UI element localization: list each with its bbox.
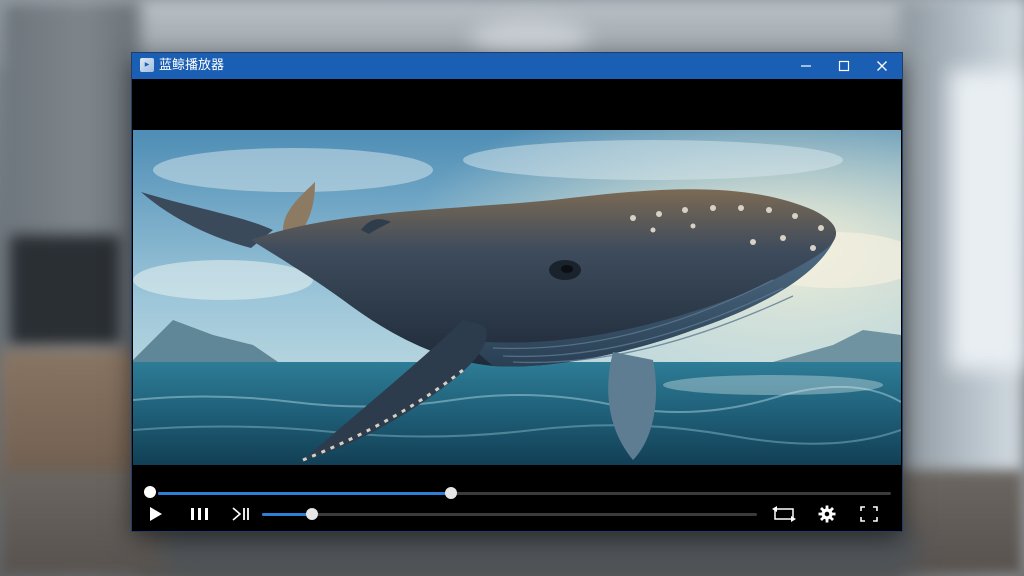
pause-button[interactable] bbox=[189, 502, 211, 526]
settings-icon bbox=[818, 505, 836, 523]
volume-slider[interactable] bbox=[262, 508, 757, 520]
room-cabinet bbox=[0, 350, 140, 490]
volume-handle[interactable] bbox=[305, 508, 318, 520]
ceiling-lamp bbox=[470, 18, 590, 58]
room-tv bbox=[10, 235, 120, 345]
minimize-button[interactable] bbox=[788, 53, 824, 79]
app-logo-icon: ▶ bbox=[140, 58, 154, 72]
player-window: ▶ 蓝鲸播放器 bbox=[131, 52, 903, 532]
play-button[interactable] bbox=[146, 502, 166, 526]
maximize-icon bbox=[838, 60, 850, 72]
loop-icon bbox=[772, 506, 796, 522]
title-bar[interactable]: ▶ 蓝鲸播放器 bbox=[132, 53, 902, 79]
play-icon bbox=[150, 507, 162, 521]
minimize-icon bbox=[801, 65, 811, 67]
video-image bbox=[133, 130, 901, 465]
controls-bar bbox=[132, 465, 902, 531]
seek-handle[interactable] bbox=[445, 487, 458, 499]
pause-icon bbox=[191, 508, 208, 520]
fullscreen-icon bbox=[860, 506, 878, 522]
fullscreen-button[interactable] bbox=[858, 502, 880, 526]
close-button[interactable] bbox=[864, 53, 900, 79]
room-window bbox=[950, 70, 1024, 370]
settings-button[interactable] bbox=[816, 502, 838, 526]
video-frame[interactable] bbox=[133, 130, 901, 465]
loop-button[interactable] bbox=[772, 502, 796, 526]
volume-level bbox=[262, 513, 312, 516]
seek-progress bbox=[158, 492, 452, 495]
next-icon bbox=[232, 507, 249, 521]
maximize-button[interactable] bbox=[826, 53, 862, 79]
seek-start-marker[interactable] bbox=[144, 486, 156, 498]
seek-bar[interactable] bbox=[158, 487, 891, 499]
window-title: 蓝鲸播放器 bbox=[159, 58, 225, 73]
close-icon bbox=[877, 61, 887, 71]
next-button[interactable] bbox=[230, 502, 252, 526]
